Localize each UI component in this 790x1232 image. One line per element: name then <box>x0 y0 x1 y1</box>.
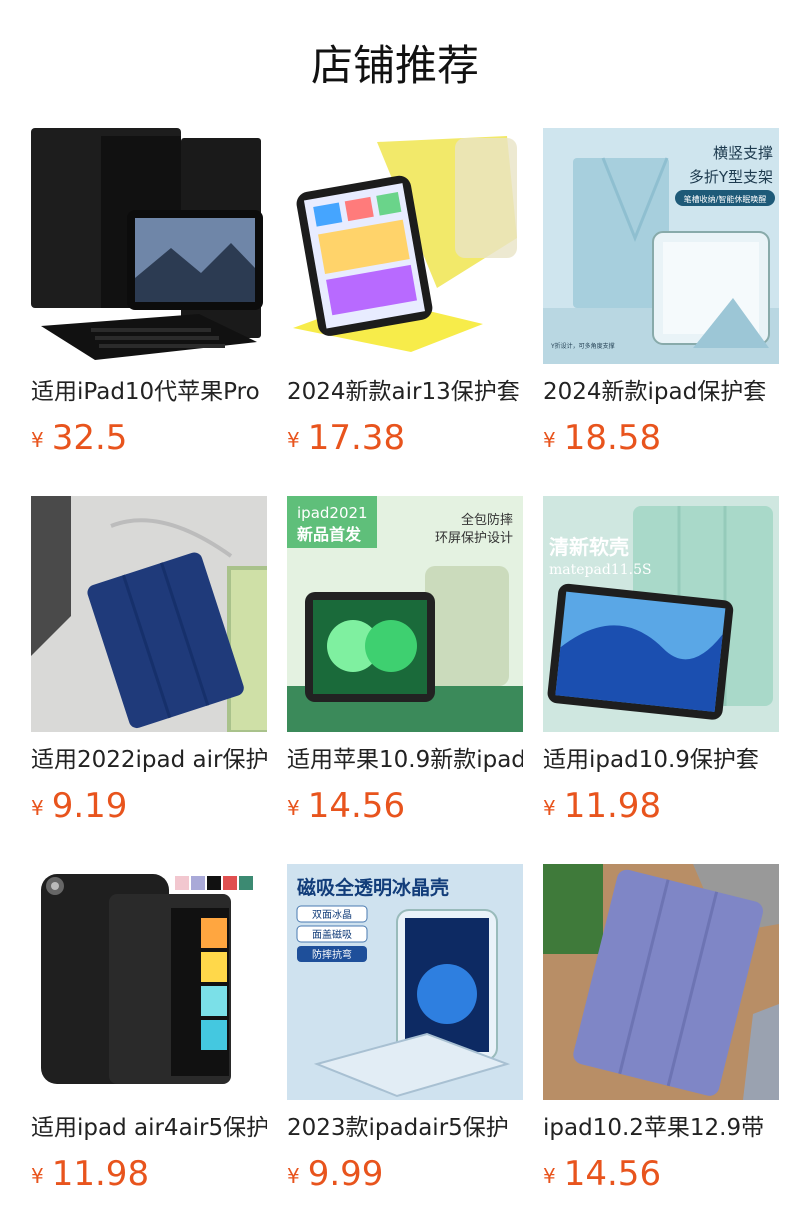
page-title: 店铺推荐 <box>310 41 479 90</box>
currency-symbol: ¥ <box>543 796 556 820</box>
currency-symbol: ¥ <box>287 428 300 452</box>
product-price: ¥32.5 <box>31 418 127 458</box>
product-price: ¥11.98 <box>543 786 661 826</box>
overlay-text: matepad11.5S <box>549 562 652 578</box>
price-value: 11.98 <box>51 1154 150 1194</box>
product-name[interactable]: 适用ipad air4air5保护 <box>31 1112 267 1144</box>
overlay-text: 面盖磁吸 <box>312 928 352 941</box>
overlay-text: 清新软壳 <box>549 535 629 559</box>
product-card[interactable]: ipad10.2苹果12.9带 ¥14.56 <box>543 864 779 1194</box>
product-name[interactable]: 2024新款ipad保护套 <box>543 376 779 408</box>
product-card[interactable]: 磁吸全透明冰晶壳 双面冰晶 面盖磁吸 防摔抗弯 2023款ipadair5保护 … <box>287 864 523 1194</box>
price-value: 9.19 <box>51 786 128 826</box>
product-card[interactable]: 适用2022ipad air保护 ¥9.19 <box>31 496 267 826</box>
product-card[interactable]: 清新软壳 matepad11.5S 适用ipad10.9保护套 ¥11.98 <box>543 496 779 826</box>
product-price: ¥18.58 <box>543 418 661 458</box>
product-price: ¥11.98 <box>31 1154 149 1194</box>
overlay-text: ipad2021 <box>297 504 368 522</box>
currency-symbol: ¥ <box>543 1164 556 1188</box>
price-value: 18.58 <box>563 418 662 458</box>
product-price: ¥14.56 <box>543 1154 661 1194</box>
product-card[interactable]: 横竖支撑 多折Y型支架 笔槽收纳/智能休眠唤醒 Y折设计，可多角度支撑 2024… <box>543 128 779 458</box>
price-value: 14.56 <box>307 786 406 826</box>
product-price: ¥9.99 <box>287 1154 383 1194</box>
overlay-text: 双面冰晶 <box>312 908 352 921</box>
currency-symbol: ¥ <box>31 796 44 820</box>
price-value: 11.98 <box>563 786 662 826</box>
product-name[interactable]: 适用苹果10.9新款ipad <box>287 744 523 776</box>
currency-symbol: ¥ <box>287 1164 300 1188</box>
product-name[interactable]: 2023款ipadair5保护 <box>287 1112 523 1144</box>
overlay-text: 全包防摔 <box>461 512 513 528</box>
overlay-text: 环屏保护设计 <box>435 531 513 546</box>
currency-symbol: ¥ <box>31 1164 44 1188</box>
currency-symbol: ¥ <box>31 428 44 452</box>
overlay-text: 磁吸全透明冰晶壳 <box>297 876 449 899</box>
product-name[interactable]: 2024新款air13保护套 <box>287 376 523 408</box>
overlay-text: Y折设计，可多角度支撑 <box>550 342 615 350</box>
product-image[interactable] <box>31 864 267 1100</box>
product-card[interactable]: ipad2021 新品首发 全包防摔 环屏保护设计 适用苹果10.9新款ipad… <box>287 496 523 826</box>
overlay-text: 横竖支撑 <box>713 144 773 162</box>
product-price: ¥14.56 <box>287 786 405 826</box>
product-name[interactable]: 适用iPad10代苹果Pro <box>31 376 267 408</box>
product-image[interactable]: 清新软壳 matepad11.5S <box>543 496 779 732</box>
product-card[interactable]: 适用iPad10代苹果Pro ¥32.5 <box>31 128 267 458</box>
overlay-text: 防摔抗弯 <box>312 948 352 961</box>
product-card[interactable]: 适用ipad air4air5保护 ¥11.98 <box>31 864 267 1194</box>
currency-symbol: ¥ <box>287 796 300 820</box>
product-image[interactable]: 磁吸全透明冰晶壳 双面冰晶 面盖磁吸 防摔抗弯 <box>287 864 523 1100</box>
product-price: ¥17.38 <box>287 418 405 458</box>
product-image[interactable] <box>543 864 779 1100</box>
price-value: 32.5 <box>51 418 128 458</box>
product-price: ¥9.19 <box>31 786 127 826</box>
product-image[interactable] <box>31 128 267 364</box>
product-image[interactable]: ipad2021 新品首发 全包防摔 环屏保护设计 <box>287 496 523 732</box>
product-image[interactable]: 横竖支撑 多折Y型支架 笔槽收纳/智能休眠唤醒 Y折设计，可多角度支撑 <box>543 128 779 364</box>
overlay-text: 笔槽收纳/智能休眠唤醒 <box>684 194 767 204</box>
currency-symbol: ¥ <box>543 428 556 452</box>
price-value: 14.56 <box>563 1154 662 1194</box>
product-image[interactable] <box>287 128 523 364</box>
product-image[interactable] <box>31 496 267 732</box>
product-name[interactable]: 适用ipad10.9保护套 <box>543 744 779 776</box>
price-value: 17.38 <box>307 418 406 458</box>
product-card[interactable]: 2024新款air13保护套 ¥17.38 <box>287 128 523 458</box>
product-name[interactable]: ipad10.2苹果12.9带 <box>543 1112 779 1144</box>
product-name[interactable]: 适用2022ipad air保护 <box>31 744 267 776</box>
overlay-text: 多折Y型支架 <box>689 168 773 186</box>
overlay-text: 新品首发 <box>297 525 362 544</box>
price-value: 9.99 <box>307 1154 384 1194</box>
